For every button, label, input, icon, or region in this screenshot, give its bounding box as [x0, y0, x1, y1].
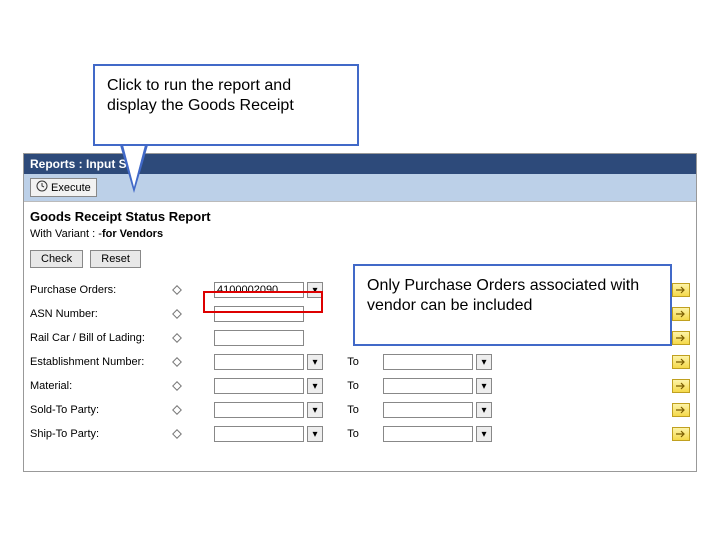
report-title: Goods Receipt Status Report: [24, 202, 696, 226]
picker-est-to[interactable]: ▾: [476, 354, 492, 370]
row-ship-to: Ship-To Party: ▾ To ▾: [30, 422, 690, 446]
label-rail: Rail Car / Bill of Lading:: [30, 332, 170, 344]
multi-select-mat[interactable]: [672, 379, 690, 393]
picker-ship-from[interactable]: ▾: [307, 426, 323, 442]
to-ship: To: [323, 428, 383, 440]
clock-icon: [36, 180, 48, 195]
callout-execute: Click to run the report and display the …: [93, 64, 359, 146]
callout-tail-icon: [120, 145, 148, 193]
multi-select-sold[interactable]: [672, 403, 690, 417]
row-sold-to: Sold-To Party: ▾ To ▾: [30, 398, 690, 422]
input-purchase-orders-from[interactable]: [214, 282, 304, 298]
variant-name: for Vendors: [102, 228, 163, 240]
callout-po-text: Only Purchase Orders associated with ven…: [367, 277, 639, 314]
variant-line: With Variant : -for Vendors: [24, 226, 696, 246]
input-ship-from[interactable]: [214, 426, 304, 442]
to-mat: To: [323, 380, 383, 392]
label-est: Establishment Number:: [30, 356, 170, 368]
picker-mat-to[interactable]: ▾: [476, 378, 492, 394]
diamond-icon: [170, 285, 184, 295]
diamond-icon: [170, 333, 184, 343]
input-mat-to[interactable]: [383, 378, 473, 394]
multi-select-rail[interactable]: [672, 331, 690, 345]
multi-select-asn[interactable]: [672, 307, 690, 321]
label-purchase-orders: Purchase Orders:: [30, 284, 170, 296]
label-asn: ASN Number:: [30, 308, 170, 320]
callout-po-note: Only Purchase Orders associated with ven…: [353, 264, 672, 346]
to-est: To: [323, 356, 383, 368]
picker-sold-to[interactable]: ▾: [476, 402, 492, 418]
execute-button[interactable]: Execute: [30, 178, 97, 197]
diamond-icon: [170, 405, 184, 415]
label-ship: Ship-To Party:: [30, 428, 170, 440]
picker-ship-to[interactable]: ▾: [476, 426, 492, 442]
picker-est-from[interactable]: ▾: [307, 354, 323, 370]
panel-title: Reports : Input S: [30, 157, 127, 171]
input-asn-from[interactable]: [214, 306, 304, 322]
label-sold: Sold-To Party:: [30, 404, 170, 416]
label-mat: Material:: [30, 380, 170, 392]
multi-select-est[interactable]: [672, 355, 690, 369]
to-sold: To: [323, 404, 383, 416]
multi-select-ship[interactable]: [672, 427, 690, 441]
variant-prefix: With Variant : -: [30, 228, 102, 240]
input-sold-to[interactable]: [383, 402, 473, 418]
input-est-to[interactable]: [383, 354, 473, 370]
check-button[interactable]: Check: [30, 250, 83, 268]
reset-button[interactable]: Reset: [90, 250, 141, 268]
input-rail-from[interactable]: [214, 330, 304, 346]
row-material: Material: ▾ To ▾: [30, 374, 690, 398]
diamond-icon: [170, 357, 184, 367]
input-ship-to[interactable]: [383, 426, 473, 442]
multi-select-po[interactable]: [672, 283, 690, 297]
input-est-from[interactable]: [214, 354, 304, 370]
row-establishment: Establishment Number: ▾ To ▾: [30, 350, 690, 374]
picker-sold-from[interactable]: ▾: [307, 402, 323, 418]
picker-mat-from[interactable]: ▾: [307, 378, 323, 394]
diamond-icon: [170, 381, 184, 391]
input-sold-from[interactable]: [214, 402, 304, 418]
execute-label: Execute: [51, 182, 91, 194]
diamond-icon: [170, 309, 184, 319]
callout-execute-text: Click to run the report and display the …: [107, 77, 294, 114]
diamond-icon: [170, 429, 184, 439]
input-mat-from[interactable]: [214, 378, 304, 394]
picker-po-from[interactable]: ▾: [307, 282, 323, 298]
